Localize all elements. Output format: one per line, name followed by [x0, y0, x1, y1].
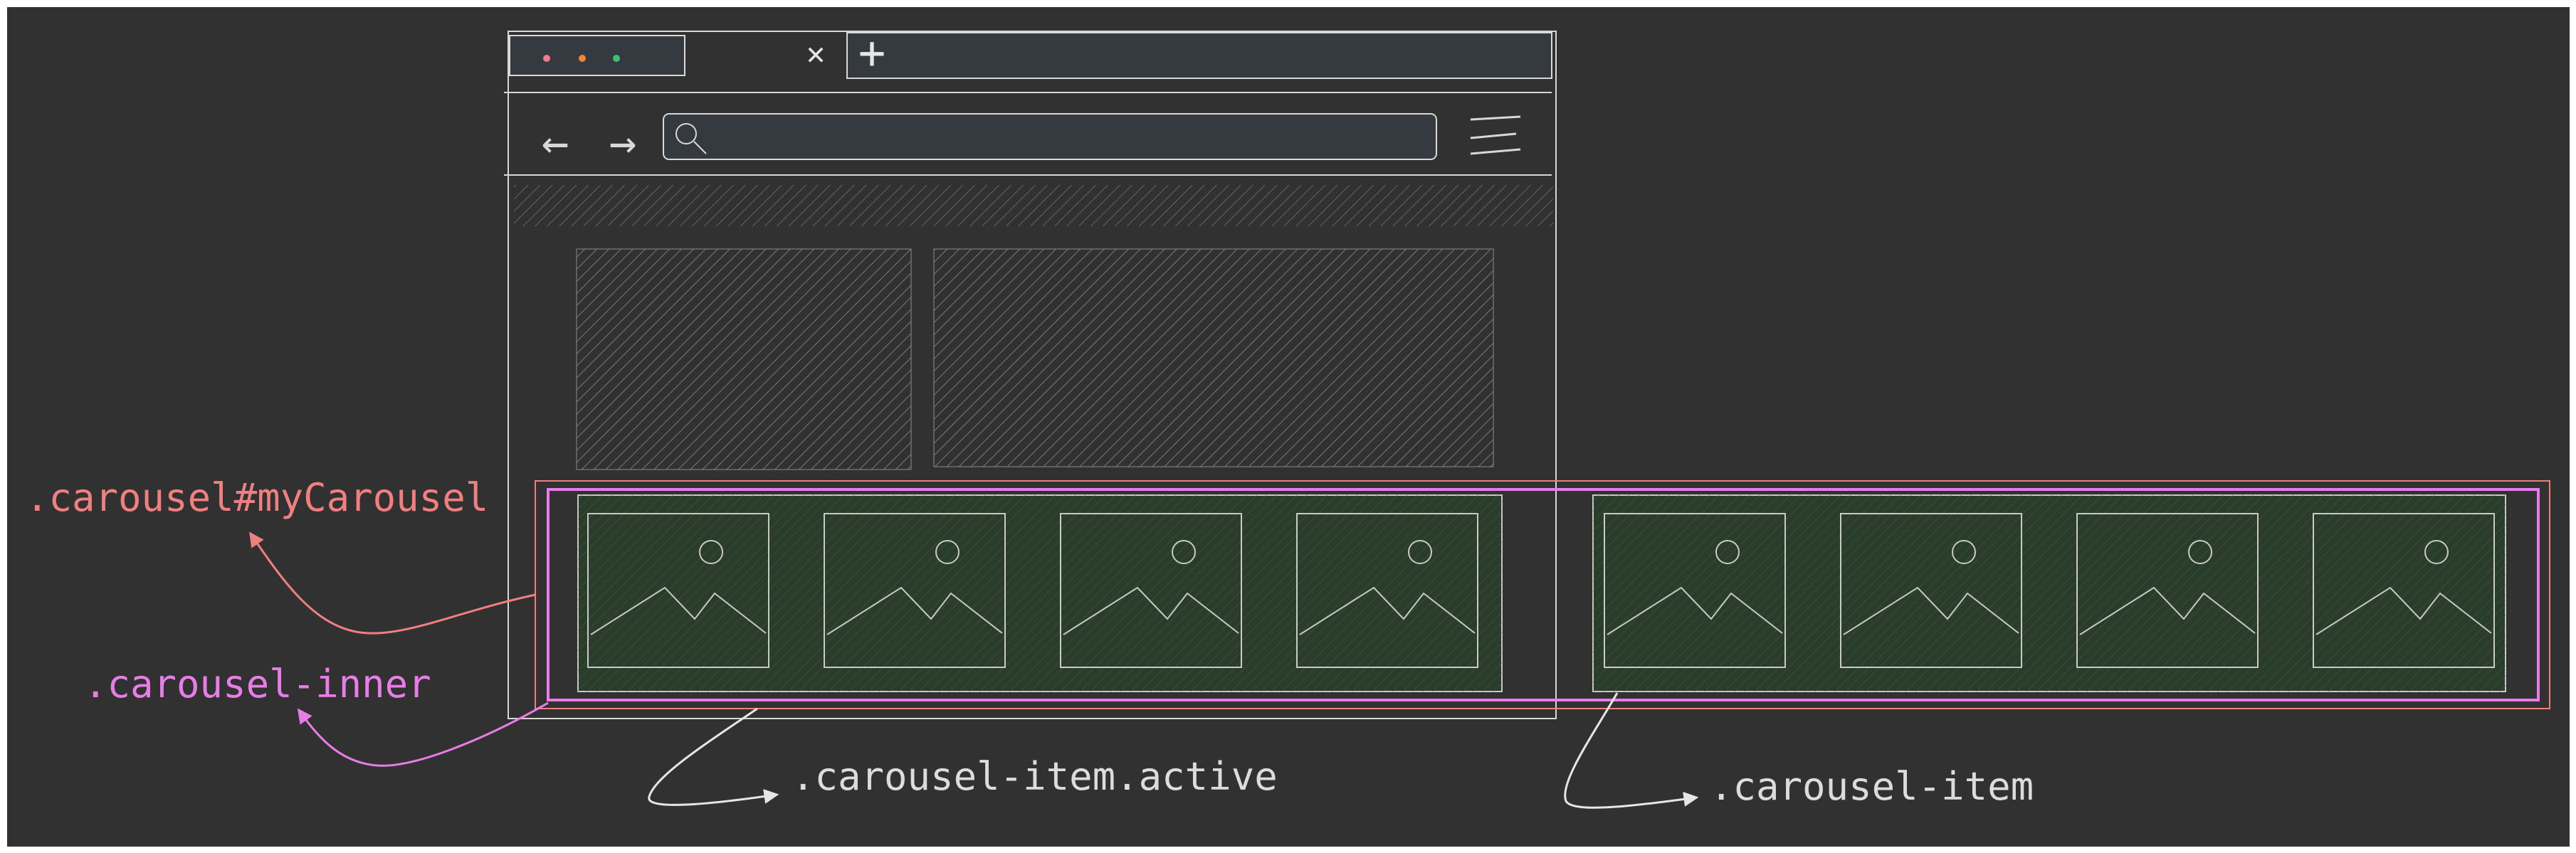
carousel-item	[1592, 494, 2506, 692]
content-block-left	[576, 248, 912, 470]
carousel-label: .carousel#myCarousel	[26, 475, 488, 520]
back-arrow-icon[interactable]: ←	[542, 117, 569, 169]
carousel-item-active	[577, 494, 1503, 692]
tab-bar-area	[846, 32, 1552, 79]
carousel-diagram: ✕ + ← → .carousel#myCarousel .carousel-i…	[0, 0, 2576, 853]
carousel-item-label: .carousel-item	[1710, 764, 2034, 809]
window-dot-red	[543, 55, 550, 62]
content-block-right	[933, 248, 1494, 467]
forward-arrow-icon[interactable]: →	[609, 117, 637, 169]
address-bar[interactable]	[663, 113, 1437, 160]
carousel-inner-label: .carousel-inner	[84, 662, 431, 706]
new-tab-icon[interactable]: +	[858, 27, 886, 80]
carousel-item-active-label: .carousel-item.active	[792, 754, 1278, 799]
window-dot-orange	[579, 55, 586, 62]
page-navbar-placeholder	[514, 185, 1553, 226]
browser-tab	[509, 35, 685, 76]
close-icon[interactable]: ✕	[806, 36, 826, 72]
window-dot-green	[613, 55, 620, 62]
